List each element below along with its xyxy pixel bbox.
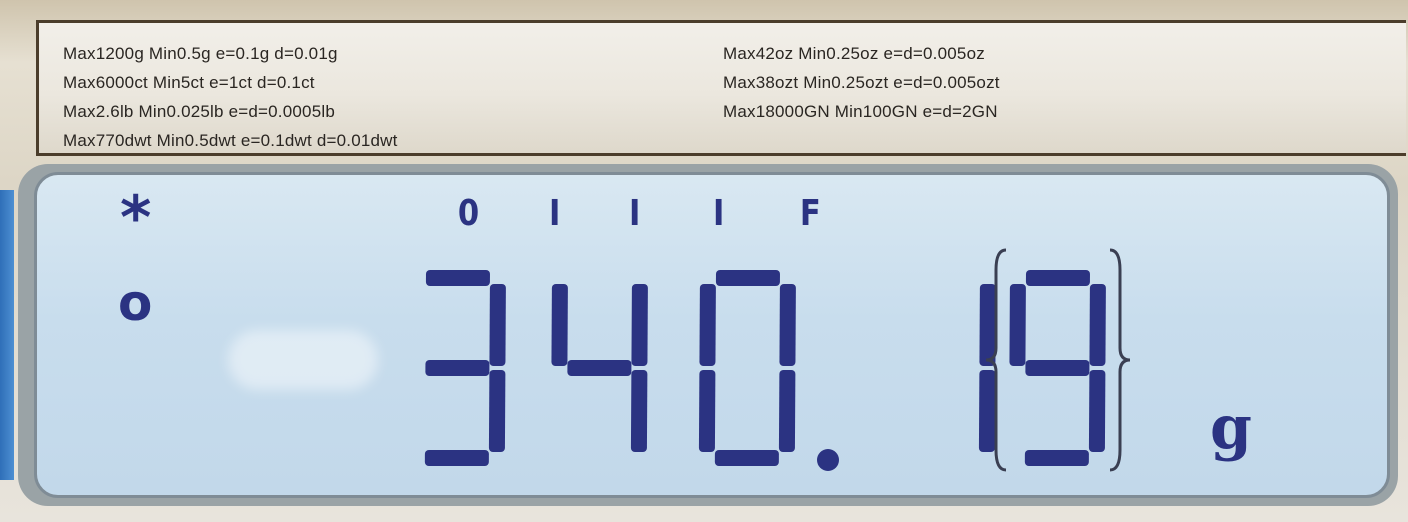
segment-f xyxy=(1009,284,1026,366)
segment-d xyxy=(1024,450,1089,466)
segment-g xyxy=(567,360,632,376)
segment-a xyxy=(425,270,490,286)
segment-c xyxy=(778,370,796,452)
unit-label: g xyxy=(1210,393,1252,463)
segment-a xyxy=(1025,270,1090,286)
segment-e xyxy=(698,370,716,452)
last-digit-brace-right xyxy=(1109,248,1131,472)
segment-f xyxy=(551,284,568,366)
segment-c xyxy=(1088,370,1106,452)
seven-segment-reading xyxy=(424,248,1131,472)
segment-g xyxy=(1025,360,1090,376)
segment-a xyxy=(715,270,780,286)
segment-g xyxy=(425,360,490,376)
segment-d xyxy=(424,450,489,466)
reading-digit-1 xyxy=(551,284,648,452)
segment-b xyxy=(1089,284,1106,366)
segment-b xyxy=(779,284,796,366)
segment-b xyxy=(631,284,648,366)
segment-c xyxy=(488,370,506,452)
segment-d xyxy=(714,450,779,466)
decimal-point xyxy=(817,449,839,471)
segment-c xyxy=(630,370,648,452)
reading-digit-3 xyxy=(978,284,996,452)
segment-b xyxy=(489,284,506,366)
reading-digit-4 xyxy=(1009,270,1106,466)
reading-digit-2 xyxy=(698,270,796,466)
reading-digit-0 xyxy=(424,270,506,466)
segment-f xyxy=(699,284,716,366)
segment-b xyxy=(979,284,996,366)
segment-c xyxy=(978,370,996,452)
